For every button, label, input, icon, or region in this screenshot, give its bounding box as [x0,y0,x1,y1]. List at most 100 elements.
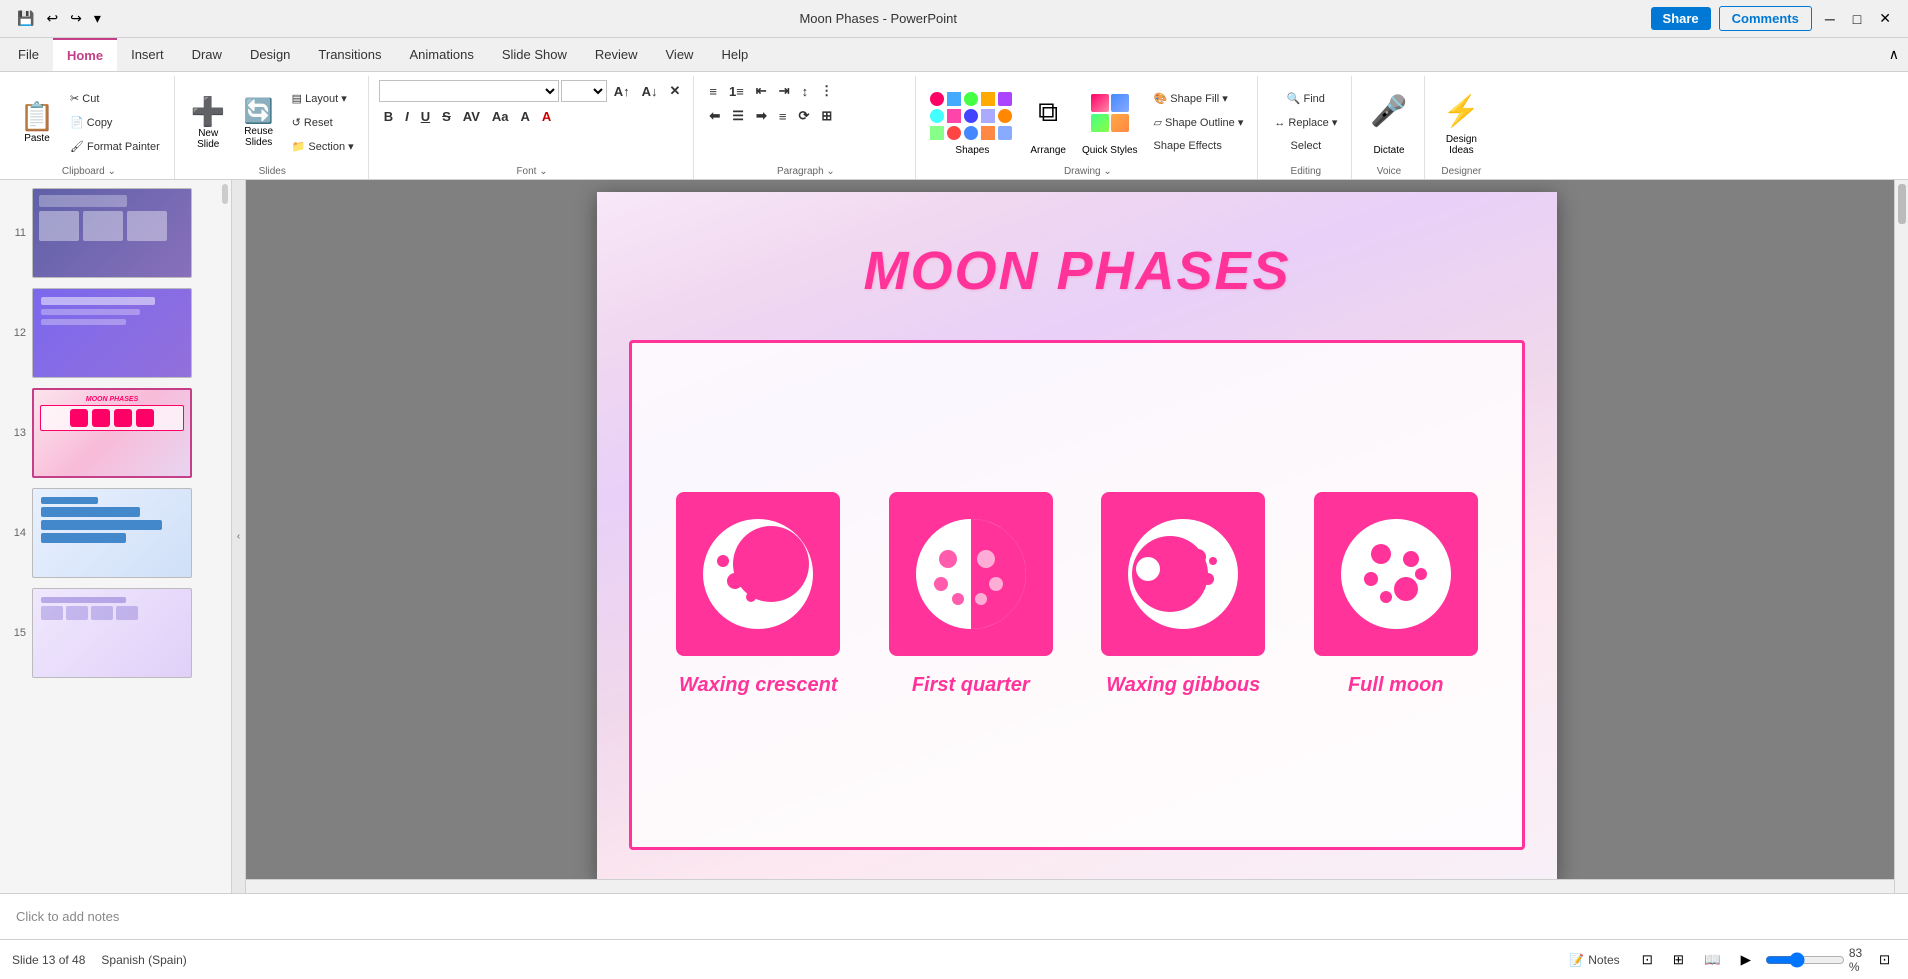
find-button[interactable]: 🔍 Find [1281,87,1331,109]
comments-button[interactable]: Comments [1719,6,1812,31]
select-button[interactable]: Select [1285,135,1328,157]
tab-home[interactable]: Home [53,38,117,71]
decrease-font-button[interactable]: A↓ [637,80,663,102]
editing-label: Editing [1268,164,1343,179]
fit-slide-button[interactable]: ⊡ [1873,950,1896,970]
redo-button[interactable]: ↪ [65,7,87,30]
quick-styles-button[interactable]: Quick Styles [1078,86,1142,158]
canvas-scrollbar-h[interactable] [246,879,1894,893]
crescent-moon-svg [693,509,823,639]
shape-outline-button[interactable]: ▱ Shape Outline ▾ [1148,111,1250,133]
slide-thumb-14 [32,488,192,578]
strikethrough-button[interactable]: S [437,105,456,127]
tab-animations[interactable]: Animations [396,38,488,71]
copy-button[interactable]: 📄 Copy [64,111,166,133]
font-color-button[interactable]: A [537,105,556,127]
canvas-scrollbar-v[interactable] [1894,180,1908,893]
underline-button[interactable]: U [416,105,435,127]
zoom-slider[interactable] [1765,952,1845,968]
shapes-button[interactable]: Shapes [926,86,1018,158]
layout-button[interactable]: ▤ Layout ▾ [286,87,360,109]
section-button[interactable]: 📁 Section ▾ [286,135,360,157]
increase-font-button[interactable]: A↑ [609,80,635,102]
tab-draw[interactable]: Draw [178,38,236,71]
align-left-button[interactable]: ⬅ [704,105,725,127]
statusbar: Slide 13 of 48 Spanish (Spain) 📝 Notes ⊡… [0,939,1908,979]
quick-access-toolbar: 💾 ↩ ↪ ▾ [12,7,106,30]
phase-icon-gibbous [1101,492,1265,656]
design-ideas-button[interactable]: ⚡ DesignIdeas [1435,86,1488,158]
align-center-button[interactable]: ☰ [727,105,749,127]
dictate-button[interactable]: 🎤 Dictate [1362,86,1415,158]
paste-label: Paste [24,133,50,144]
undo-button[interactable]: ↩ [41,7,63,30]
new-slide-button[interactable]: ➕ NewSlide [185,86,232,158]
columns-button[interactable]: ⋮ [815,80,838,102]
maximize-button[interactable]: □ [1848,8,1866,30]
change-case-button[interactable]: Aa [487,105,514,127]
tab-transitions[interactable]: Transitions [304,38,395,71]
clipboard-secondary: ✂ Cut 📄 Copy 🖌 Format Painter [64,86,166,158]
line-spacing-button[interactable]: ↕ [797,80,814,102]
reuse-slides-button[interactable]: 🔄 ReuseSlides [236,86,282,158]
decrease-indent-button[interactable]: ⇤ [751,80,772,102]
notes-toggle-button[interactable]: 📝 Notes [1561,951,1627,969]
slide-item-12[interactable]: 12 [4,286,227,380]
shape-effects-button[interactable]: Shape Effects [1148,135,1250,157]
slides-scrollbar[interactable] [221,180,229,893]
tab-view[interactable]: View [652,38,708,71]
minimize-button[interactable]: ─ [1820,8,1840,30]
font-size-select[interactable] [561,80,607,102]
collapse-ribbon-button[interactable]: ∧ [1884,38,1904,71]
slide-sorter-button[interactable]: ⊞ [1667,950,1690,970]
new-slide-label: NewSlide [197,128,219,150]
save-button[interactable]: 💾 [12,7,39,30]
slide-item-14[interactable]: 14 [4,486,227,580]
phase-icon-full-moon [1314,492,1478,656]
editing-tools: 🔍 Find ↔ Replace ▾ Select [1268,80,1343,164]
replace-button[interactable]: ↔ Replace ▾ [1268,111,1343,133]
notes-area[interactable]: Click to add notes [0,893,1908,939]
tab-slideshow[interactable]: Slide Show [488,38,581,71]
normal-view-button[interactable]: ⊡ [1636,950,1659,970]
text-direction-button[interactable]: ⟳ [793,105,814,127]
numbering-button[interactable]: 1≡ [724,80,749,102]
smart-art-button[interactable]: ⊞ [816,105,837,127]
slide-item-15[interactable]: 15 [4,586,227,680]
slide-number-13: 13 [6,427,26,439]
phase-first-quarter: First quarter [889,492,1053,697]
align-right-button[interactable]: ➡ [751,105,772,127]
tab-design[interactable]: Design [236,38,304,71]
slide-item-13[interactable]: 13 MOON PHASES [4,386,227,480]
reset-button[interactable]: ↺ Reset [286,111,360,133]
customize-button[interactable]: ▾ [89,7,106,30]
slide-canvas[interactable]: MOON PHASES [597,192,1557,882]
text-shadow-button[interactable]: A [516,105,535,127]
font-name-select[interactable] [379,80,559,102]
justify-button[interactable]: ≡ [774,105,792,127]
bold-button[interactable]: B [379,105,398,127]
phase-full-moon: Full moon [1314,492,1478,697]
char-spacing-button[interactable]: AV [458,105,485,127]
clear-format-button[interactable]: ✕ [664,80,685,102]
reading-view-button[interactable]: 📖 [1698,950,1727,970]
bullets-button[interactable]: ≡ [704,80,722,102]
arrange-button[interactable]: ⧉ Arrange [1024,86,1072,158]
tab-insert[interactable]: Insert [117,38,178,71]
share-button[interactable]: Share [1651,7,1711,30]
format-painter-button[interactable]: 🖌 Format Painter [64,135,166,157]
slide-item-11[interactable]: 11 [4,186,227,280]
tab-file[interactable]: File [4,38,53,71]
increase-indent-button[interactable]: ⇥ [774,80,795,102]
cut-button[interactable]: ✂ Cut [64,87,166,109]
tab-help[interactable]: Help [707,38,762,71]
italic-button[interactable]: I [400,105,414,127]
close-button[interactable]: ✕ [1874,7,1896,30]
slideshow-button[interactable]: ▶ [1735,950,1757,970]
tab-review[interactable]: Review [581,38,652,71]
voice-label: Voice [1362,164,1415,179]
panel-collapse-button[interactable]: ‹ [232,180,246,893]
paste-button[interactable]: 📋 Paste [12,86,62,158]
slide-thumb-15 [32,588,192,678]
shape-fill-button[interactable]: 🎨 Shape Fill ▾ [1148,87,1250,109]
